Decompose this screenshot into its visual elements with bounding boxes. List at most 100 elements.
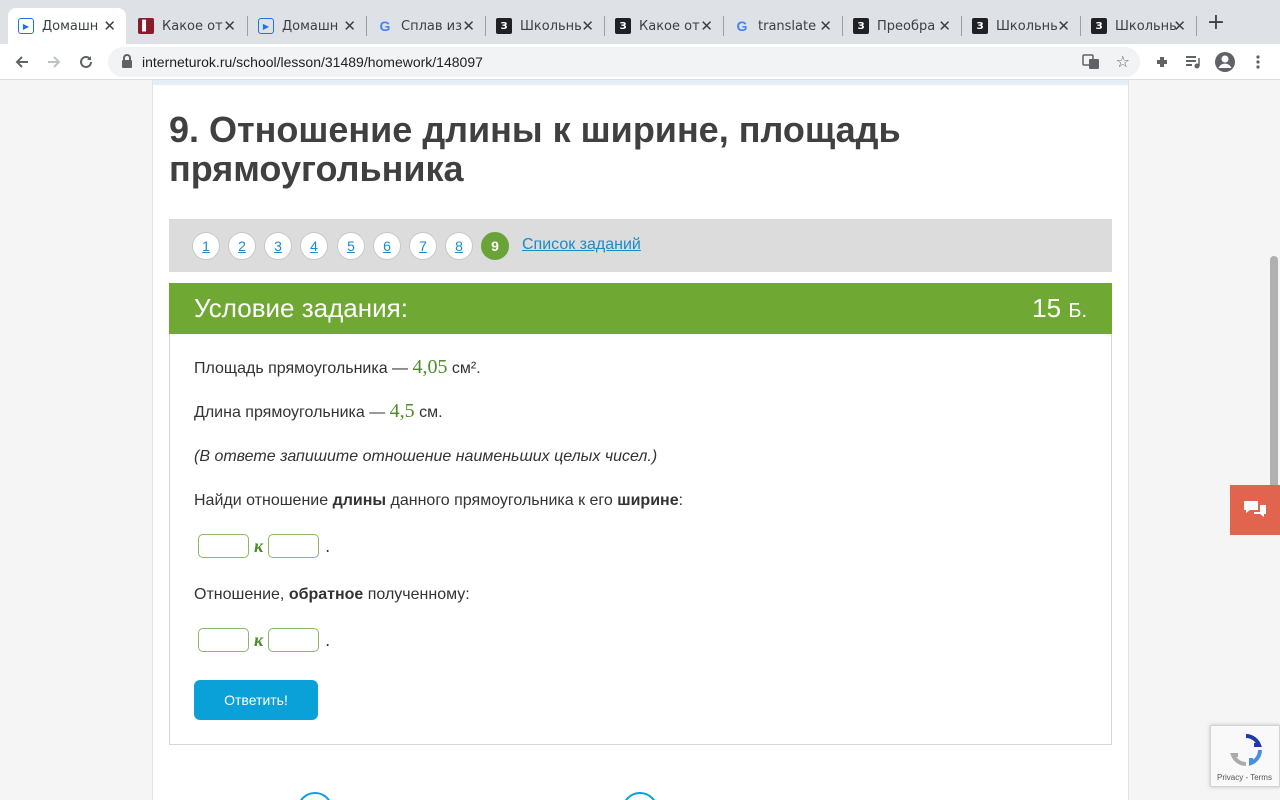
- znanija-icon: З: [972, 18, 988, 34]
- close-tab-icon[interactable]: ✕: [103, 17, 116, 35]
- task-link-3[interactable]: 3: [264, 232, 292, 260]
- close-tab-icon[interactable]: ✕: [581, 17, 594, 35]
- extensions-icon[interactable]: [1150, 50, 1174, 74]
- tab-5[interactable]: З Школьны ✕: [486, 8, 604, 44]
- top-strip: [153, 80, 1128, 85]
- tab-title: Какое от: [639, 18, 700, 34]
- ratio-k-label: к: [254, 535, 264, 556]
- answer-1-first-input[interactable]: [198, 534, 249, 558]
- answer-1-second-input[interactable]: [268, 534, 320, 558]
- points-value: 15: [1032, 293, 1062, 323]
- condition-title: Условие задания:: [194, 293, 408, 323]
- tab-title: Школьны: [996, 18, 1058, 34]
- q1-text-2: данного прямоугольника к его: [386, 492, 618, 509]
- answer-2-second-input[interactable]: [268, 628, 320, 652]
- znanija-icon: З: [496, 18, 512, 34]
- task-link-1[interactable]: 1: [192, 232, 220, 260]
- scrollbar-thumb[interactable]: [1270, 256, 1278, 502]
- answer-2-first-input[interactable]: [198, 628, 249, 652]
- tab-title: Школьны: [520, 18, 582, 34]
- close-tab-icon[interactable]: ✕: [343, 17, 356, 35]
- tab-4[interactable]: G Сплав из ✕: [367, 8, 485, 44]
- tab-title: Домашн: [42, 18, 99, 34]
- task-navigation: 1 2 3 4 5 6 7 8 9 Список заданий: [169, 219, 1112, 272]
- tab-1[interactable]: ▶ Домашн ✕: [8, 8, 126, 44]
- url-host: interneturok.ru: [142, 54, 233, 70]
- reload-icon[interactable]: [74, 50, 98, 74]
- chat-button[interactable]: [1230, 485, 1280, 535]
- close-tab-icon[interactable]: ✕: [938, 17, 951, 35]
- tab-7[interactable]: G translate ✕: [724, 8, 842, 44]
- area-line: Площадь прямоугольника — 4,05 см².: [194, 356, 481, 379]
- close-tab-icon[interactable]: ✕: [700, 17, 713, 35]
- recaptcha-badge[interactable]: Privacy - Terms: [1210, 725, 1280, 787]
- task-link-9-active[interactable]: 9: [481, 232, 509, 260]
- close-tab-icon[interactable]: ✕: [1057, 17, 1070, 35]
- next-circle-icon[interactable]: [622, 792, 658, 800]
- profile-icon[interactable]: [1213, 50, 1237, 74]
- lock-icon: [122, 54, 132, 68]
- hint-text: (В ответе запишите отношение наименьших …: [194, 448, 658, 465]
- area-unit: см².: [447, 360, 481, 377]
- prev-circle-icon[interactable]: [297, 792, 333, 800]
- chat-icon: [1244, 501, 1266, 517]
- back-icon[interactable]: [10, 50, 34, 74]
- url-text: interneturok.ru/school/lesson/31489/home…: [142, 54, 483, 70]
- task-link-2[interactable]: 2: [228, 232, 256, 260]
- answer-row-1: к .: [198, 534, 330, 558]
- tab-2[interactable]: ▌ Какое от ✕: [128, 8, 246, 44]
- submit-answer-button[interactable]: Ответить!: [194, 680, 318, 720]
- tab-strip: ▶ Домашн ✕ ▌ Какое от ✕ ▶ Домашн ✕ G Спл…: [0, 0, 1280, 44]
- tab-9[interactable]: З Школьны ✕: [962, 8, 1080, 44]
- answer-dot: .: [325, 630, 331, 650]
- condition-body: Площадь прямоугольника — 4,05 см². Длина…: [169, 334, 1112, 745]
- length-label: Длина прямоугольника —: [194, 404, 390, 421]
- tab-title: Какое от: [162, 18, 223, 34]
- address-bar[interactable]: interneturok.ru/school/lesson/31489/home…: [108, 47, 1140, 77]
- points-unit: Б.: [1068, 300, 1087, 322]
- close-tab-icon[interactable]: ✕: [223, 17, 236, 35]
- menu-icon[interactable]: [1246, 50, 1270, 74]
- task-list-link[interactable]: Список заданий: [522, 236, 641, 254]
- tab-title: Домашн: [282, 18, 339, 34]
- tab-10[interactable]: З Школьны ✕: [1081, 8, 1196, 44]
- recaptcha-links[interactable]: Privacy - Terms: [1217, 773, 1272, 782]
- answer-row-2: к .: [198, 628, 330, 652]
- google-icon: G: [736, 18, 748, 34]
- forward-icon[interactable]: [42, 50, 66, 74]
- star-icon[interactable]: ☆: [1116, 52, 1130, 71]
- points-badge: 15 Б.: [1032, 293, 1087, 324]
- q2-text-2: полученному:: [363, 586, 470, 603]
- length-value: 4,5: [389, 400, 415, 422]
- znanija-icon: З: [1091, 18, 1107, 34]
- play-icon: ▶: [258, 18, 274, 34]
- recaptcha-icon: [1230, 734, 1262, 766]
- answer-dot: .: [325, 536, 331, 556]
- task-link-8[interactable]: 8: [445, 232, 473, 260]
- translate-icon[interactable]: [1082, 53, 1100, 75]
- close-tab-icon[interactable]: ✕: [819, 17, 832, 35]
- book-icon: ▌: [138, 18, 154, 34]
- question-1: Найди отношение длины данного прямоуголь…: [194, 492, 683, 510]
- close-tab-icon[interactable]: ✕: [1173, 17, 1186, 35]
- task-link-6[interactable]: 6: [373, 232, 401, 260]
- tab-title: Сплав из: [401, 18, 463, 34]
- task-link-4[interactable]: 4: [300, 232, 328, 260]
- close-tab-icon[interactable]: ✕: [462, 17, 475, 35]
- length-line: Длина прямоугольника — 4,5 см.: [194, 400, 443, 423]
- new-tab-button[interactable]: +: [1204, 8, 1228, 36]
- task-link-7[interactable]: 7: [409, 232, 437, 260]
- browser-toolbar: interneturok.ru/school/lesson/31489/home…: [0, 44, 1280, 80]
- page-viewport: 9. Отношение длины к ширине, площадь пря…: [0, 80, 1280, 800]
- tab-6[interactable]: З Какое от ✕: [605, 8, 723, 44]
- tab-separator: [1196, 16, 1197, 36]
- media-control-icon[interactable]: [1181, 50, 1205, 74]
- q1-text-1: Найди отношение: [194, 492, 333, 509]
- tab-3[interactable]: ▶ Домашн ✕: [248, 8, 366, 44]
- area-label: Площадь прямоугольника —: [194, 360, 413, 377]
- page-title: 9. Отношение длины к ширине, площадь пря…: [169, 109, 901, 189]
- task-link-5[interactable]: 5: [337, 232, 365, 260]
- tab-8[interactable]: З Преобра ✕: [843, 8, 961, 44]
- play-icon: ▶: [18, 18, 34, 34]
- tab-title: translate: [758, 18, 817, 34]
